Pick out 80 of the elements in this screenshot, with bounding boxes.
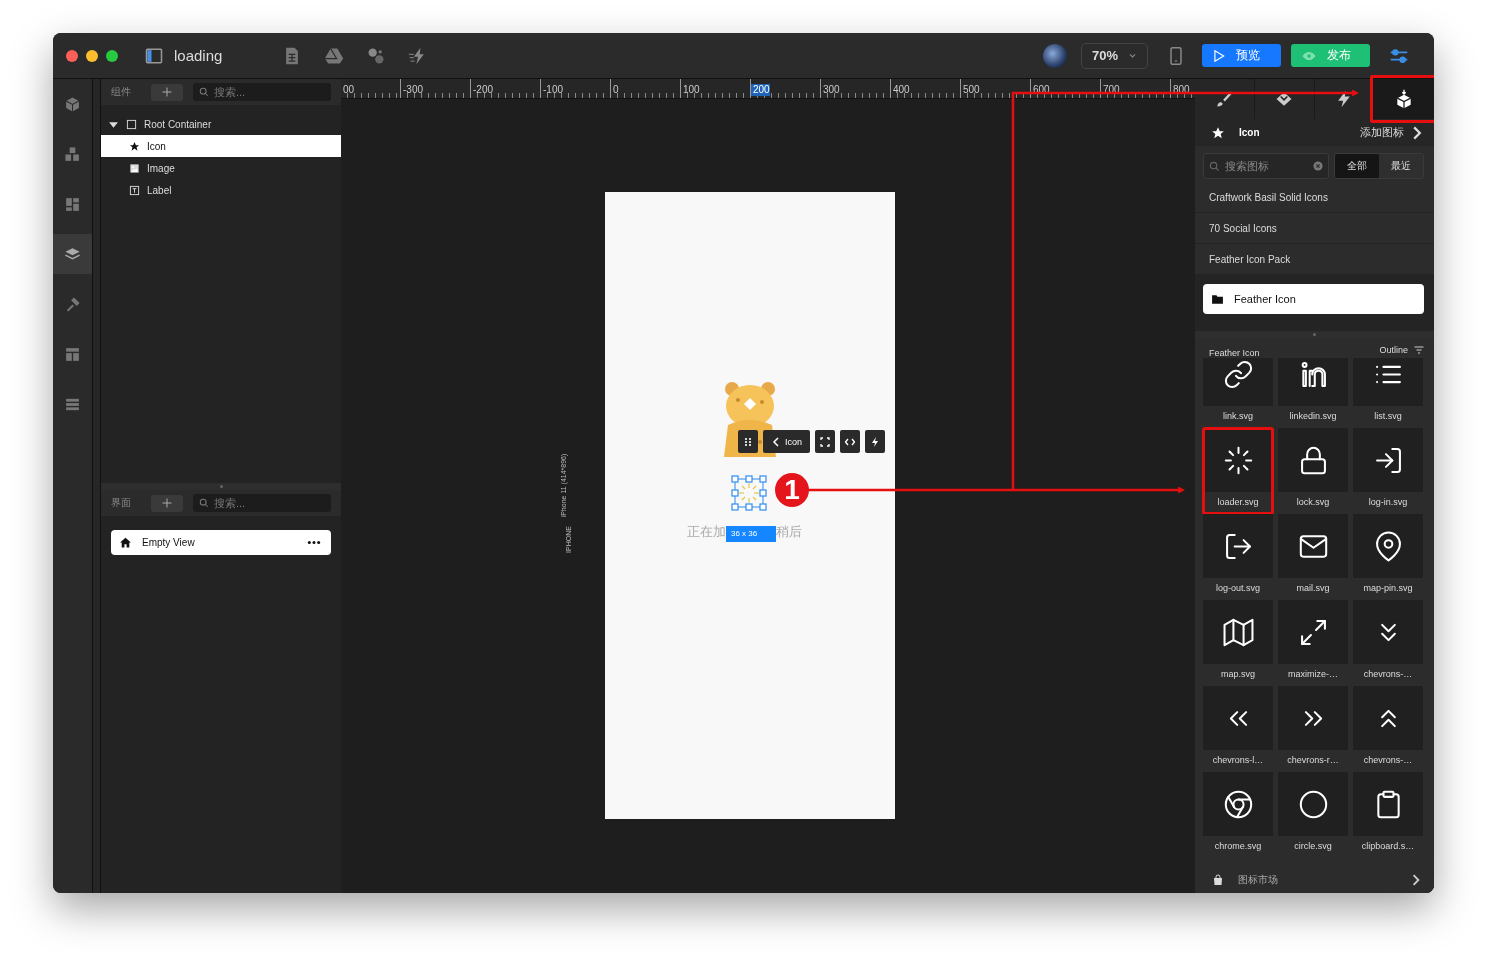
frame-corners-icon: [820, 436, 830, 447]
ruler-label: 500: [962, 84, 980, 96]
tree-item[interactable]: Icon: [101, 135, 341, 157]
tree-item[interactable]: Image: [101, 157, 341, 179]
tree-item[interactable]: Label: [101, 179, 341, 201]
shopping-bag-icon: [1212, 874, 1224, 886]
ruler-label: 400: [892, 84, 910, 96]
add-button[interactable]: [151, 83, 183, 101]
loading-text: 稍后: [776, 523, 802, 541]
code-button[interactable]: [840, 430, 860, 453]
selected-spinner-element[interactable]: [731, 475, 767, 511]
more-icon[interactable]: [307, 540, 321, 545]
ruler-label: 00: [342, 84, 355, 96]
picture-icon: [129, 162, 140, 174]
grip-dots-icon: [743, 436, 753, 447]
size-badge: 36 x 36: [726, 526, 776, 542]
chevron-left-icon: [771, 436, 781, 447]
library-item[interactable]: Feather Icon: [1203, 284, 1424, 314]
lightning-icon: [870, 436, 880, 447]
clear-icon[interactable]: [1313, 161, 1323, 171]
code-brackets-icon: [845, 436, 855, 447]
ruler-label: 0: [612, 84, 619, 96]
parent-breadcrumb-button[interactable]: Icon: [763, 430, 810, 453]
search-icon: [1209, 161, 1220, 172]
square-outline-icon: [126, 118, 137, 130]
drag-handle-button[interactable]: [738, 430, 758, 453]
star-icon: [129, 140, 140, 152]
sidebar-tab[interactable]: [53, 234, 92, 274]
cube-icon: [64, 95, 81, 113]
add-icon-link[interactable]: 添加图标: [1360, 125, 1424, 140]
filter-icon: [1413, 344, 1425, 356]
caret-icon: [1128, 51, 1137, 60]
template-icon: [64, 345, 81, 363]
layers-icon: [64, 245, 81, 263]
chevron-right-icon[interactable]: [1410, 874, 1422, 886]
star-icon: [1211, 125, 1225, 140]
search-icon: [199, 87, 209, 97]
inspector-tab[interactable]: [1254, 79, 1315, 119]
preview-button[interactable]: 预览: [1202, 44, 1281, 67]
icon-set-title: Feather Icon: [1209, 348, 1261, 358]
home-icon: [119, 536, 132, 549]
screen-item[interactable]: Empty View: [111, 530, 331, 555]
plus-icon: [161, 86, 173, 98]
panel-title: 界面: [111, 496, 132, 510]
zoom-dropdown[interactable]: 70%: [1080, 42, 1148, 69]
ruler-label: 200: [751, 84, 770, 96]
icon-market-link[interactable]: 图标市场: [1238, 873, 1396, 887]
splitter-handle[interactable]: [1313, 333, 1316, 336]
loading-text: 正在加: [687, 523, 726, 541]
globe-avatar[interactable]: [1042, 43, 1067, 68]
plus-icon: [161, 497, 173, 509]
style-filter[interactable]: Outline: [1379, 344, 1425, 356]
maximize-button[interactable]: [106, 49, 118, 62]
fit-frame-button[interactable]: [815, 430, 835, 453]
add-button[interactable]: [151, 494, 183, 512]
close-button[interactable]: [66, 49, 78, 62]
filter-tab[interactable]: 全部: [1335, 154, 1379, 178]
search-field[interactable]: 搜索...: [193, 494, 331, 512]
hammer-icon: [64, 295, 81, 313]
ruler-label: 300: [822, 84, 840, 96]
text-box-icon: [129, 184, 140, 196]
splitter-handle[interactable]: [219, 485, 223, 488]
search-field[interactable]: 搜索...: [193, 83, 331, 101]
ruler-label: -200: [472, 84, 493, 96]
ruler-label: 100: [682, 84, 700, 96]
document-title: loading: [174, 47, 223, 64]
ruler-label: -100: [542, 84, 563, 96]
folder-icon: [1211, 292, 1224, 306]
component-name: Icon: [1239, 127, 1261, 138]
stacked-cubes-icon: [64, 145, 81, 163]
minimize-button[interactable]: [86, 49, 98, 62]
search-icon: [199, 498, 209, 508]
step-marker: 1: [775, 473, 809, 507]
panel-title: 组件: [111, 85, 132, 99]
icon-search-field[interactable]: 搜索图标: [1203, 153, 1329, 179]
tree-item[interactable]: Root Container: [101, 113, 341, 135]
play-icon: [1212, 48, 1226, 63]
action-button[interactable]: [865, 430, 885, 453]
dashboard-icon: [64, 195, 81, 213]
ruler-label: -300: [402, 84, 423, 96]
